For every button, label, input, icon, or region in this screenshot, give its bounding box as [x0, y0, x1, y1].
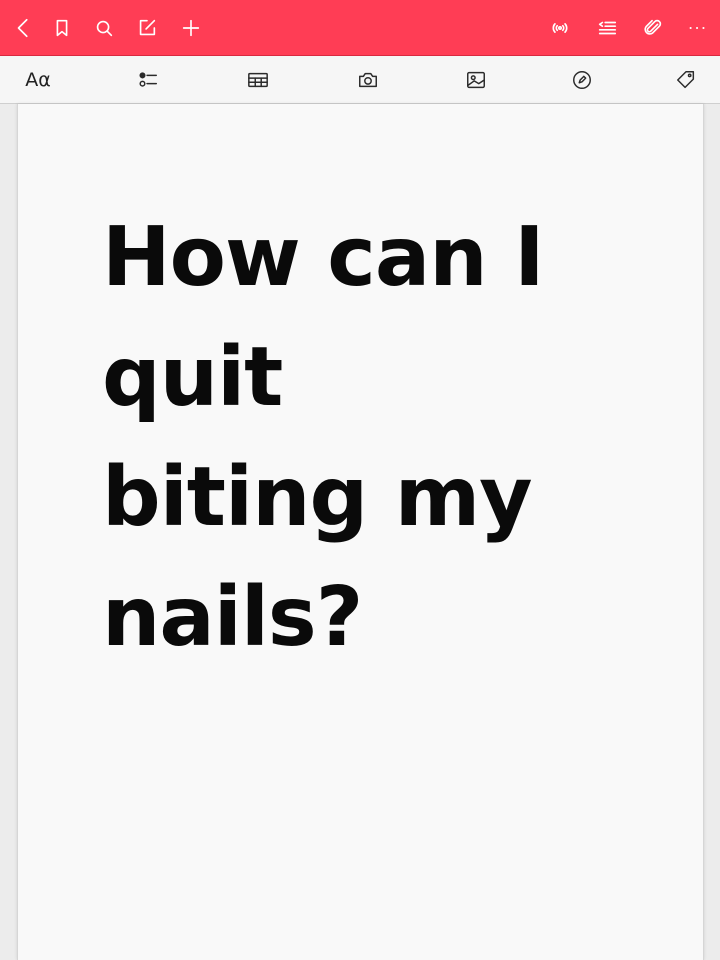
note-page[interactable]: How can I quit biting my nails?	[17, 104, 704, 960]
checklist-icon	[139, 72, 157, 87]
text-format-button[interactable]: Aα	[20, 64, 56, 96]
image-button[interactable]	[458, 64, 494, 96]
add-button[interactable]	[175, 12, 207, 44]
back-button[interactable]	[8, 12, 40, 44]
more-icon	[689, 26, 705, 30]
outline-button[interactable]	[591, 12, 623, 44]
tag-icon	[677, 71, 695, 89]
add-icon	[182, 19, 200, 37]
pen-button[interactable]	[564, 64, 600, 96]
camera-button[interactable]	[350, 64, 386, 96]
broadcast-icon	[552, 23, 568, 33]
note-body-text[interactable]: How can I quit biting my nails?	[102, 198, 662, 678]
more-button[interactable]	[681, 12, 713, 44]
top-navigation-bar	[0, 0, 720, 56]
outline-icon	[598, 21, 617, 35]
camera-icon	[359, 72, 377, 88]
attachment-button[interactable]	[637, 12, 669, 44]
bookmark-icon	[56, 19, 68, 37]
compose-icon	[139, 19, 156, 36]
checklist-button[interactable]	[130, 64, 166, 96]
image-icon	[467, 71, 485, 89]
tag-button[interactable]	[668, 64, 704, 96]
attachment-icon	[644, 19, 662, 35]
formatting-toolbar: Aα	[0, 56, 720, 104]
back-icon	[17, 18, 28, 38]
broadcast-button[interactable]	[544, 12, 576, 44]
text-format-icon: Aα	[25, 69, 51, 91]
table-button[interactable]	[240, 64, 276, 96]
table-icon	[248, 72, 268, 88]
search-icon	[96, 20, 113, 37]
search-button[interactable]	[88, 12, 120, 44]
compose-button[interactable]	[131, 12, 163, 44]
bookmark-button[interactable]	[46, 12, 78, 44]
pen-icon	[573, 71, 591, 89]
